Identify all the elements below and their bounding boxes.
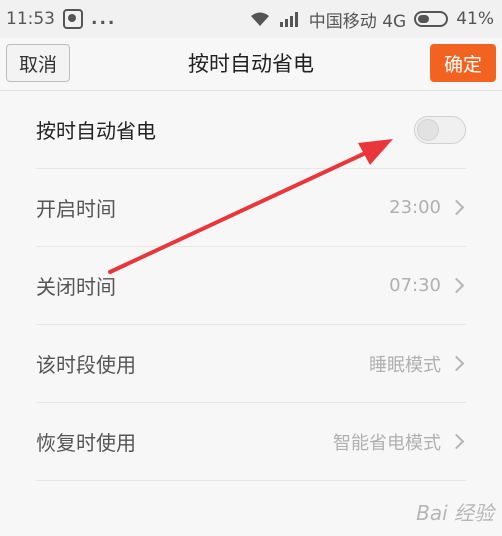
baidu-watermark: Bai 经验 [416,501,494,525]
chevron-right-icon [448,199,465,216]
row-label: 该时段使用 [36,353,136,377]
clock: 11:53 [6,9,55,29]
chevron-right-icon [448,355,465,372]
notification-icon [63,9,83,29]
row-value: 23:00 [389,197,441,218]
list-item-start-time[interactable]: 开启时间 23:00 [36,169,466,247]
more-notifications-dots: ... [91,9,117,29]
wifi-icon [250,12,269,26]
page-title: 按时自动省电 [188,52,314,76]
list-item-restore-mode[interactable]: 恢复时使用 智能省电模式 [36,403,466,481]
status-bar: 11:53 ... 中国移动 4G 41% [0,0,502,38]
list-item-period-mode[interactable]: 该时段使用 睡眠模式 [36,325,466,403]
auto-power-save-toggle[interactable] [414,115,466,144]
battery-icon [414,11,449,27]
row-label: 关闭时间 [36,275,116,299]
header-bar: 按时自动省电 取消 确定 [0,38,502,91]
settings-list: 按时自动省电 开启时间 23:00 关闭时间 07:30 该时段使用 睡眠模式 … [0,91,502,481]
row-label: 开启时间 [36,197,116,221]
row-right: 07:30 [389,275,466,296]
row-value: 智能省电模式 [333,432,441,454]
row-right [414,115,466,144]
row-right: 睡眠模式 [369,351,466,377]
list-item-auto-power-save: 按时自动省电 [36,91,466,169]
row-label: 按时自动省电 [36,119,156,143]
status-left: 11:53 ... [0,9,116,29]
cancel-button[interactable]: 取消 [6,44,70,82]
row-value: 07:30 [389,275,441,296]
confirm-button[interactable]: 确定 [430,44,496,82]
chevron-right-icon [448,433,465,450]
row-value: 睡眠模式 [369,354,441,376]
battery-fill [418,15,430,23]
row-right: 23:00 [389,197,466,218]
list-item-end-time[interactable]: 关闭时间 07:30 [36,247,466,325]
signal-icon [279,12,298,27]
toggle-knob [417,118,439,141]
status-right: 中国移动 4G 41% [249,7,502,32]
row-label: 恢复时使用 [36,431,136,455]
row-right: 智能省电模式 [333,429,466,455]
chevron-right-icon [448,277,465,294]
battery-percent: 41% [456,9,494,29]
carrier-label: 中国移动 4G [308,11,407,32]
